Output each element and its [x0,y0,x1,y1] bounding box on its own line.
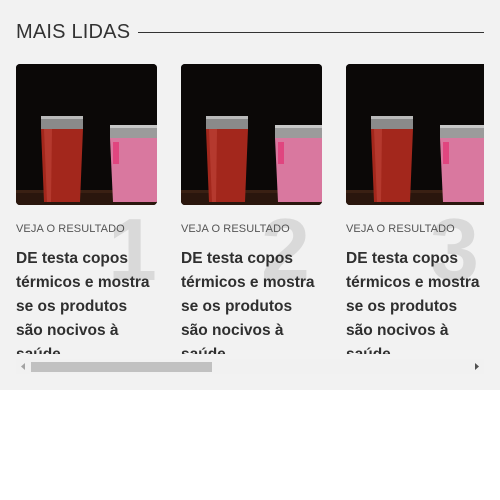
article-thumbnail[interactable] [181,64,322,205]
article-title-link[interactable]: DE testa copos térmicos e mostra se os p… [16,247,157,354]
scroll-left-button[interactable] [16,359,31,374]
scroll-right-button[interactable] [469,359,484,374]
thermal-cups-photo-icon [346,64,484,205]
caret-right-icon [475,363,479,370]
scrollbar-thumb[interactable] [31,362,212,372]
thermal-cups-photo-icon [181,64,322,205]
horizontal-scrollbar[interactable] [16,359,484,374]
thermal-cups-photo-icon [16,64,157,205]
article-kicker: VEJA O RESULTADO [181,223,290,235]
section-header: MAIS LIDAS [16,18,484,46]
header-divider [138,31,484,33]
caret-left-icon [21,363,25,370]
article-card-1[interactable]: 1 VEJA O RESULTADO DE testa copos térmic… [16,64,157,354]
article-kicker: VEJA O RESULTADO [16,223,125,235]
article-kicker: VEJA O RESULTADO [346,223,455,235]
article-card-3[interactable]: 3 VEJA O RESULTADO DE testa copos térmic… [346,64,484,354]
most-read-widget: MAIS LIDAS 1 VEJA O RESULTADO DE testa c… [0,0,500,390]
article-title-link[interactable]: DE testa copos térmicos e mostra se os p… [181,247,322,354]
article-thumbnail[interactable] [16,64,157,205]
article-thumbnail[interactable] [346,64,484,205]
section-title: MAIS LIDAS [16,20,131,43]
article-card-2[interactable]: 2 VEJA O RESULTADO DE testa copos térmic… [181,64,322,354]
article-title-link[interactable]: DE testa copos térmicos e mostra se os p… [346,247,484,354]
cards-carousel[interactable]: 1 VEJA O RESULTADO DE testa copos térmic… [16,64,484,354]
